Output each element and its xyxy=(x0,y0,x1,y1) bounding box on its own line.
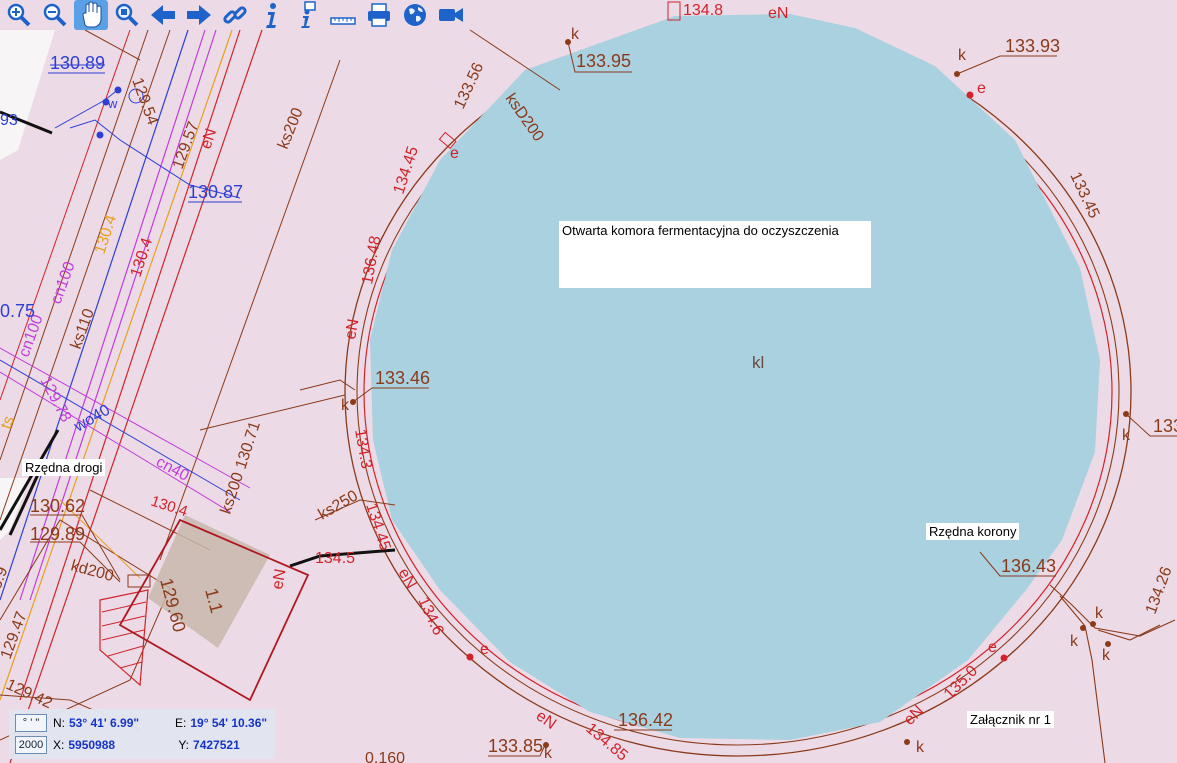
coord-format-button[interactable]: ° ' " xyxy=(15,714,47,732)
e-label: e xyxy=(977,80,986,97)
back-arrow-icon xyxy=(151,5,175,25)
zoom-in-icon xyxy=(7,3,31,27)
print-tool-button[interactable] xyxy=(362,0,396,30)
label-136-43: 136.43 xyxy=(1001,556,1056,576)
label-133: 133 xyxy=(1153,416,1177,436)
label-130-89: 130.89 xyxy=(50,53,105,73)
annex-callout: Załącznik nr 1 xyxy=(967,711,1054,728)
zoom-out-icon xyxy=(43,3,67,27)
pan-hand-icon xyxy=(82,1,102,28)
crown-level-callout: Rzędna korony xyxy=(926,523,1020,540)
forward-arrow-tool-button[interactable] xyxy=(182,0,216,30)
coordinates-panel: ° ' " N: 53° 41' 6.99" E: 19° 54' 10.36"… xyxy=(9,709,275,759)
y-value: 7427521 xyxy=(193,738,240,752)
chamber-callout: Otwarta komora fermentacyjna do oczyszcz… xyxy=(559,221,871,288)
e-label: e xyxy=(450,145,459,162)
e-label: e xyxy=(988,639,997,656)
zoom-window-icon xyxy=(115,3,139,27)
zoom-out-tool-button[interactable] xyxy=(38,0,72,30)
y-label: Y: xyxy=(178,738,190,752)
n-value: 53° 41' 6.99" xyxy=(69,716,140,730)
k-label: k xyxy=(341,397,350,414)
label-130-87: 130.87 xyxy=(188,182,243,202)
label-eN-bldg: eN xyxy=(269,568,289,591)
label-136-42: 136.42 xyxy=(618,710,673,730)
label-133-85: 133.85 xyxy=(488,736,543,756)
info-edit-icon xyxy=(301,1,316,28)
k-label: k xyxy=(1102,647,1111,664)
label-93: 93 xyxy=(0,112,18,129)
e-value: 19° 54' 10.36" xyxy=(190,716,268,730)
e-label: e xyxy=(480,641,489,658)
k-label: k xyxy=(1070,633,1079,650)
k-label: k xyxy=(1095,605,1104,622)
k-label: k xyxy=(916,739,925,756)
globe-tool-button[interactable] xyxy=(398,0,432,30)
measure-ruler-tool-button[interactable] xyxy=(326,0,360,30)
info-edit-tool-button[interactable] xyxy=(290,0,324,30)
label-eN-top: eN xyxy=(768,5,788,22)
link-tool-button[interactable] xyxy=(218,0,252,30)
label-134-8: 134.8 xyxy=(683,2,723,19)
label-0-160: 0.160 xyxy=(365,750,405,763)
road-level-callout: Rzędna drogi xyxy=(22,459,106,476)
e-label: E: xyxy=(175,716,187,730)
scale-button[interactable]: 2000 xyxy=(15,736,47,754)
label-0-75: 0.75 xyxy=(0,301,35,321)
k-label: k xyxy=(544,745,553,762)
measure-ruler-icon xyxy=(330,17,356,25)
video-camera-tool-button[interactable] xyxy=(434,0,468,30)
print-icon xyxy=(368,3,390,27)
map-toolbar xyxy=(0,0,470,30)
pan-hand-tool-button[interactable] xyxy=(74,0,108,30)
label-130-62: 130.62 xyxy=(30,496,85,516)
link-icon xyxy=(223,6,247,24)
x-value: 5950988 xyxy=(68,738,116,752)
map-canvas[interactable]: 133.95 133.93 133.46 136.43 136.42 133.8… xyxy=(0,0,1177,763)
label-w: w xyxy=(107,96,118,111)
globe-icon xyxy=(404,4,426,26)
label-133-95: 133.95 xyxy=(576,51,631,71)
k-label: k xyxy=(571,26,580,43)
back-arrow-tool-button[interactable] xyxy=(146,0,180,30)
forward-arrow-icon xyxy=(187,5,211,25)
k-label: k xyxy=(958,47,967,64)
label-eN-ring: eN xyxy=(342,318,362,341)
info-icon xyxy=(266,3,276,28)
label-kl: kl xyxy=(752,353,764,372)
label-134-5: 134.5 xyxy=(315,550,355,567)
video-camera-icon xyxy=(439,8,463,22)
label-133-46: 133.46 xyxy=(375,368,430,388)
label-129-89: 129.89 xyxy=(30,524,85,544)
k-label: k xyxy=(1122,427,1131,444)
info-tool-button[interactable] xyxy=(254,0,288,30)
zoom-in-tool-button[interactable] xyxy=(2,0,36,30)
x-label: X: xyxy=(53,738,65,752)
zoom-window-tool-button[interactable] xyxy=(110,0,144,30)
map-viewer[interactable]: 133.95 133.93 133.46 136.43 136.42 133.8… xyxy=(0,0,1177,763)
label-133-93: 133.93 xyxy=(1005,36,1060,56)
n-label: N: xyxy=(53,716,65,730)
